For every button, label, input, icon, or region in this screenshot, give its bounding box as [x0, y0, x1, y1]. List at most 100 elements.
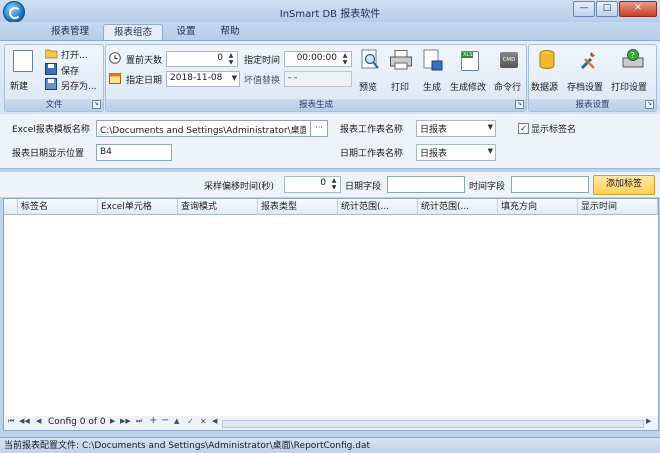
add-tag-button[interactable]: 添加标签: [593, 175, 655, 195]
tab-help[interactable]: 帮助: [212, 24, 248, 40]
offset-time-label: 采样偏移时间(秒): [204, 182, 275, 192]
spinner-arrows-icon[interactable]: ▲ ▼: [329, 177, 339, 191]
close-button[interactable]: ✕: [619, 1, 657, 17]
nav-prev-page-icon[interactable]: ◀◀: [19, 417, 30, 425]
command-line-button[interactable]: CMD 命令行: [494, 47, 524, 97]
nav-up-icon[interactable]: ▲: [174, 417, 179, 425]
template-name-label: Excel报表模板名称: [12, 125, 90, 135]
offset-time-spinner[interactable]: 0 ▲ ▼: [284, 176, 341, 193]
spinner-arrows-icon[interactable]: ▲ ▼: [340, 52, 350, 66]
time-field-label: 时间字段: [469, 182, 506, 192]
horizontal-scrollbar[interactable]: [222, 420, 644, 428]
nav-confirm-icon[interactable]: ✓: [187, 417, 194, 426]
date-sheet-select[interactable]: 日报表 ▼: [416, 144, 496, 161]
nav-next-icon[interactable]: ▶: [110, 417, 115, 425]
column-header-tag-name[interactable]: 标签名: [18, 199, 98, 215]
date-position-label: 报表日期显示位置: [12, 149, 85, 159]
file-group-launcher-icon[interactable]: ↘: [92, 100, 101, 109]
report-settings-group: 数据源 存档设置 ? 打印设置 报表设置 ↘: [528, 44, 657, 112]
window-title: InSmart DB 报表软件: [279, 9, 381, 20]
printer-icon: [390, 50, 412, 70]
status-bar: 当前报表配置文件: C:\Documents and Settings\Admi…: [0, 437, 660, 453]
column-header-excel-cell[interactable]: Excel单元格: [98, 199, 178, 215]
sheet-name-select[interactable]: 日报表 ▼: [416, 120, 496, 137]
preview-button[interactable]: 预览: [356, 47, 384, 97]
print-button[interactable]: 打印: [386, 47, 414, 97]
tab-report-management[interactable]: 报表管理: [42, 24, 98, 40]
browse-button[interactable]: ···: [310, 120, 328, 137]
datasource-label: 数据源: [531, 83, 559, 93]
tab-settings[interactable]: 设置: [166, 24, 206, 40]
nav-prev-icon[interactable]: ◀: [36, 417, 41, 425]
nav-record-text: Config 0 of 0: [48, 417, 106, 427]
file-group-label: 文件: [5, 99, 103, 111]
report-settings-group-label: 报表设置: [529, 99, 656, 111]
column-header-stat-range-2[interactable]: 统计范围(...: [418, 199, 498, 215]
maximize-button[interactable]: □: [596, 1, 618, 17]
date-position-input[interactable]: B4: [96, 144, 172, 161]
generate-modify-button[interactable]: XLS 生成修改: [450, 47, 490, 97]
column-header-query-mode[interactable]: 查询模式: [178, 199, 258, 215]
sheet-name-value: 日报表: [420, 125, 448, 135]
minimize-button[interactable]: —: [573, 1, 595, 17]
bad-value-value: - -: [288, 73, 298, 83]
new-button[interactable]: 新建: [8, 47, 36, 97]
calendar-icon: [109, 73, 121, 84]
print-settings-icon: ?: [622, 49, 644, 68]
nav-cancel-icon[interactable]: ✕: [200, 417, 207, 426]
nav-next-page-icon[interactable]: ▶▶: [120, 417, 131, 425]
days-before-spinner[interactable]: 0 ▲ ▼: [166, 51, 238, 67]
spec-time-label: 指定时间: [244, 56, 281, 66]
show-tag-checkbox[interactable]: ✓: [518, 123, 529, 134]
print-settings-button[interactable]: ? 打印设置: [611, 47, 653, 97]
generate-button[interactable]: 生成: [418, 47, 446, 97]
spec-date-picker[interactable]: 2018-11-08 ▼: [166, 71, 240, 87]
print-settings-label: 打印设置: [611, 83, 648, 93]
template-path-input[interactable]: C:\Documents and Settings\Administrator\…: [96, 120, 312, 137]
datasource-button[interactable]: 数据源: [531, 47, 563, 97]
chevron-down-icon: ▼: [487, 147, 493, 155]
folder-open-icon: [45, 49, 58, 59]
column-header-fill-direction[interactable]: 填充方向: [498, 199, 578, 215]
grid-toolbar: 采样偏移时间(秒) 0 ▲ ▼ 日期字段 时间字段 添加标签: [0, 172, 660, 197]
scroll-left-icon[interactable]: ◀: [212, 417, 217, 425]
date-field-input[interactable]: [387, 176, 465, 193]
file-group: 新建 打开... 保存 另存为... 文件 ↘: [4, 44, 104, 112]
tab-report-config[interactable]: 报表组态: [103, 24, 163, 41]
time-field-input[interactable]: [511, 176, 589, 193]
report-gen-launcher-icon[interactable]: ↘: [515, 100, 524, 109]
spinner-arrows-icon[interactable]: ▲ ▼: [226, 52, 236, 66]
row-indicator-header: [4, 199, 18, 215]
tag-grid[interactable]: 标签名 Excel单元格 查询模式 报表类型 统计范围(... 统计范围(...…: [3, 198, 659, 418]
save-button[interactable]: 保存: [45, 63, 101, 77]
sheet-name-label: 报表工作表名称: [340, 125, 404, 135]
report-settings-launcher-icon[interactable]: ↘: [645, 100, 654, 109]
bad-value-label: 坏值替换: [244, 76, 281, 86]
chevron-down-icon: ▼: [487, 123, 493, 131]
new-label: 新建: [10, 82, 29, 92]
print-label: 打印: [391, 83, 410, 93]
nav-last-icon[interactable]: ⏭: [136, 417, 142, 426]
column-header-stat-range-1[interactable]: 统计范围(...: [338, 199, 418, 215]
nav-first-icon[interactable]: ⏮: [8, 417, 14, 426]
report-generation-group: 置前天数 0 ▲ ▼ 指定日期 2018-11-08 ▼ 指定时间 00:00:0…: [105, 44, 527, 112]
generate-label: 生成: [423, 83, 442, 93]
spec-time-spinner[interactable]: 00:00:00 ▲ ▼: [284, 51, 352, 67]
preview-label: 预览: [359, 83, 378, 93]
save-as-disk-icon: [45, 78, 57, 90]
open-button[interactable]: 打开...: [45, 48, 101, 61]
save-as-button[interactable]: 另存为...: [45, 78, 101, 92]
new-document-icon: [13, 50, 33, 72]
column-header-display-time[interactable]: 显示时间: [578, 199, 658, 215]
svg-text:?: ?: [631, 51, 635, 60]
scroll-right-icon[interactable]: ▶: [646, 417, 651, 425]
bad-value-field: - -: [284, 71, 352, 87]
column-header-report-type[interactable]: 报表类型: [258, 199, 338, 215]
nav-add-icon[interactable]: +: [149, 415, 157, 426]
generate-document-icon: [423, 49, 443, 71]
date-sheet-label: 日期工作表名称: [340, 149, 404, 159]
show-tag-label: 显示标签名: [531, 125, 577, 135]
archive-settings-button[interactable]: 存档设置: [567, 47, 609, 97]
generate-modify-label: 生成修改: [450, 83, 487, 93]
nav-delete-icon[interactable]: −: [161, 415, 169, 426]
